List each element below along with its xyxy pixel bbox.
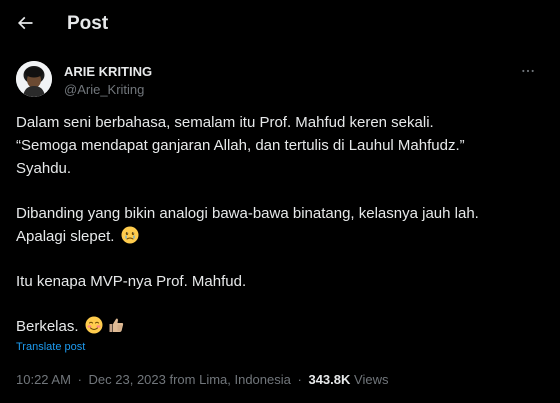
post-line: “Semoga mendapat ganjaran Allah, dan ter… [16,137,465,154]
post-paragraph: Berkelas. [16,315,546,338]
post-author: ARIE KRITING @Arie_Kriting [16,61,544,101]
profile-avatar-icon [16,61,52,97]
thumbs-up-icon [107,316,125,334]
more-horizontal-icon [522,69,534,73]
post-paragraph: Dibanding yang bikin analogi bawa-bawa b… [16,202,546,248]
author-name[interactable]: ARIE KRITING [64,63,152,80]
arrow-left-icon [17,16,33,30]
post-time[interactable]: 10:22 AM [16,372,71,387]
post-line: Dibanding yang bikin analogi bawa-bawa b… [16,205,479,222]
meta-separator: · [297,372,302,387]
top-bar: Post [0,0,560,48]
more-button[interactable] [516,61,540,81]
post-date-location[interactable]: Dec 23, 2023 from Lima, Indonesia [89,372,291,387]
translate-post-link[interactable]: Translate post [16,340,85,355]
post-text: Dalam seni berbahasa, semalam itu Prof. … [16,111,546,338]
post-paragraph: Itu kenapa MVP-nya Prof. Mahfud. [16,270,546,293]
meta-separator: · [77,372,82,387]
page-title: Post [67,13,109,34]
avatar[interactable] [16,61,52,97]
post-line: Itu kenapa MVP-nya Prof. Mahfud. [16,273,247,290]
views-label: Views [354,372,389,387]
post-paragraph: Dalam seni berbahasa, semalam itu Prof. … [16,111,546,180]
face-holding-back-tears-icon [121,226,139,244]
back-button[interactable] [8,6,42,40]
author-handle[interactable]: @Arie_Kriting [64,81,144,98]
post-line: Dalam seni berbahasa, semalam itu Prof. … [16,114,434,131]
post-line: Syahdu. [16,160,72,177]
views-count: 343.8K [308,372,351,387]
post-meta: 10:22 AM · Dec 23, 2023 from Lima, Indon… [16,371,388,388]
post-line: Apalagi slepet. [16,228,115,245]
smiling-face-icon [85,316,103,334]
post-line: Berkelas. [16,318,79,335]
